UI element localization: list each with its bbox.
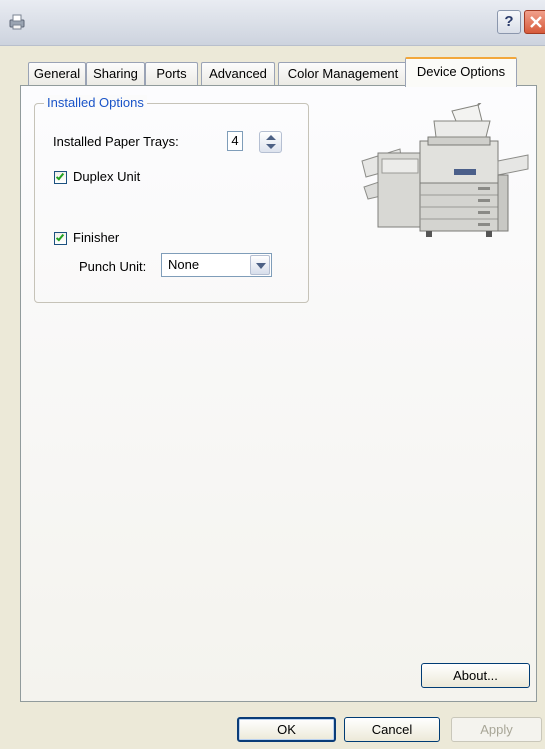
tab-color-management[interactable]: Color Management bbox=[278, 62, 408, 86]
paper-trays-spinner[interactable] bbox=[259, 131, 282, 153]
punch-unit-label: Punch Unit: bbox=[79, 259, 147, 274]
printer-icon bbox=[9, 14, 25, 30]
chevron-down-icon[interactable] bbox=[250, 255, 270, 275]
duplex-label: Duplex Unit bbox=[73, 169, 141, 184]
spin-up-icon[interactable] bbox=[266, 135, 276, 140]
finisher-label: Finisher bbox=[73, 230, 120, 245]
spin-down-icon[interactable] bbox=[266, 144, 276, 149]
punch-unit-select[interactable]: None bbox=[161, 253, 272, 277]
close-icon bbox=[530, 16, 542, 28]
group-title: Installed Options bbox=[44, 95, 147, 110]
close-button[interactable] bbox=[524, 10, 545, 34]
check-icon bbox=[55, 171, 65, 181]
ok-button[interactable]: OK bbox=[237, 717, 336, 742]
punch-unit-value: None bbox=[168, 257, 200, 272]
paper-trays-field[interactable]: 4 bbox=[227, 131, 243, 151]
printer-illustration bbox=[361, 103, 529, 237]
help-button[interactable]: ? bbox=[497, 10, 521, 34]
tab-general[interactable]: General bbox=[28, 62, 86, 86]
duplex-checkbox[interactable] bbox=[54, 171, 67, 184]
finisher-checkbox[interactable] bbox=[54, 232, 67, 245]
apply-button[interactable]: Apply bbox=[451, 717, 542, 742]
tab-advanced[interactable]: Advanced bbox=[201, 62, 275, 86]
tab-ports[interactable]: Ports bbox=[145, 62, 198, 86]
tab-sharing[interactable]: Sharing bbox=[86, 62, 145, 86]
title-bar: ? bbox=[0, 0, 545, 46]
tab-device-options[interactable]: Device Options bbox=[405, 57, 517, 87]
paper-trays-label: Installed Paper Trays: bbox=[53, 134, 179, 149]
cancel-button[interactable]: Cancel bbox=[344, 717, 440, 742]
check-icon bbox=[55, 232, 65, 242]
about-button[interactable]: About... bbox=[421, 663, 530, 688]
